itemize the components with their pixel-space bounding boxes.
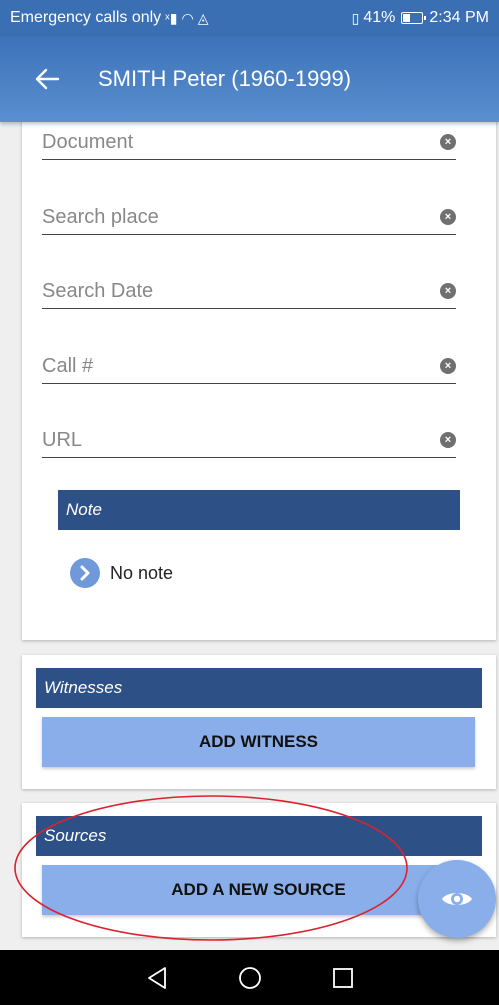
call-number-input[interactable] — [42, 355, 422, 378]
add-witness-button[interactable]: ADD WITNESS — [42, 717, 475, 767]
back-triangle-icon[interactable] — [143, 964, 171, 992]
url-input[interactable] — [42, 429, 422, 452]
battery-icon — [401, 12, 427, 24]
clock: 2:34 PM — [429, 9, 489, 26]
note-empty-text: No note — [110, 562, 174, 583]
wifi-icon: ◠ — [181, 9, 194, 26]
search-date-field[interactable]: × — [42, 261, 456, 309]
search-date-input[interactable] — [42, 280, 422, 303]
home-circle-icon[interactable] — [236, 964, 264, 992]
search-place-input[interactable] — [42, 206, 422, 229]
data-saver-icon: ◬ — [197, 9, 209, 26]
details-card: × × × × × Note No note — [22, 112, 496, 640]
call-number-field[interactable]: × — [42, 336, 456, 384]
app-bar: SMITH Peter (1960-1999) — [0, 36, 499, 122]
arrow-left-icon[interactable] — [34, 67, 60, 91]
eye-icon — [442, 893, 472, 905]
clear-icon[interactable]: × — [440, 358, 456, 374]
recents-square-icon[interactable] — [329, 964, 357, 992]
clear-icon[interactable]: × — [440, 209, 456, 225]
clear-icon[interactable]: × — [440, 283, 456, 299]
vibrate-icon: ▯ — [351, 9, 360, 26]
sources-header: Sources — [36, 816, 482, 856]
witnesses-header: Witnesses — [36, 668, 482, 708]
battery-percent: 41% — [363, 9, 396, 26]
chevron-right-icon — [70, 558, 100, 588]
note-header: Note — [58, 490, 460, 530]
clear-icon[interactable]: × — [440, 134, 456, 150]
search-place-field[interactable]: × — [42, 187, 456, 235]
carrier-text: Emergency calls only — [10, 9, 162, 26]
document-input[interactable] — [42, 131, 422, 154]
preview-fab[interactable] — [418, 860, 496, 938]
clear-icon[interactable]: × — [440, 432, 456, 448]
system-nav-bar — [0, 950, 499, 1005]
signal-icon: ˣ▮ — [165, 9, 178, 26]
status-bar: Emergency calls only ˣ▮ ◠ ◬ ▯ 41% 2:34 P… — [0, 0, 499, 36]
add-source-button[interactable]: ADD A NEW SOURCE — [42, 865, 475, 915]
note-item[interactable]: No note — [70, 558, 173, 588]
page-title: SMITH Peter (1960-1999) — [98, 66, 352, 91]
url-field[interactable]: × — [42, 410, 456, 458]
witnesses-card: Witnesses ADD WITNESS — [22, 655, 496, 789]
